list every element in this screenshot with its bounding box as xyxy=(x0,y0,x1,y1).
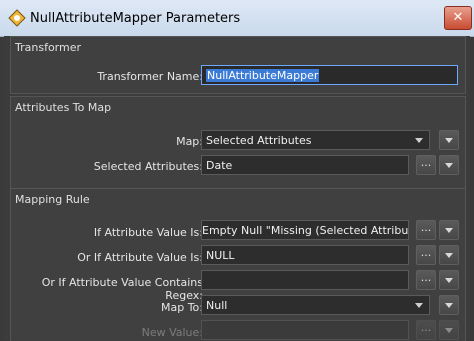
selected-attributes-browse-button[interactable]: ... xyxy=(416,155,436,175)
or-value-input[interactable]: NULL xyxy=(201,245,409,265)
mapping-section: Mapping Rule If Attribute Value Is: Empt… xyxy=(10,188,466,341)
if-value-menu-button[interactable] xyxy=(439,220,459,240)
selected-attributes-menu-button[interactable] xyxy=(439,155,459,175)
chevron-down-icon xyxy=(445,303,453,308)
or-value-text: NULL xyxy=(206,249,235,262)
map-menu-button[interactable] xyxy=(439,130,459,150)
parameters-dialog: Transformer Transformer Name: NullAttrib… xyxy=(4,36,470,341)
map-to-menu-button[interactable] xyxy=(439,295,459,315)
chevron-down-icon xyxy=(445,138,453,143)
map-to-select[interactable]: Null xyxy=(201,295,430,315)
section-header-mapping: Mapping Rule xyxy=(11,189,465,209)
regex-menu-button[interactable] xyxy=(439,270,459,290)
if-value-text: Empty Null "Missing (Selected Attributes… xyxy=(202,224,409,237)
map-label: Map: xyxy=(176,135,203,148)
transformer-name-value: NullAttributeMapper xyxy=(206,69,320,82)
chevron-down-icon xyxy=(445,278,453,283)
map-value: Selected Attributes xyxy=(206,134,312,147)
regex-browse-button[interactable]: ... xyxy=(416,270,436,290)
map-to-label: Map To: xyxy=(161,301,203,314)
or-value-label: Or If Attribute Value Is: xyxy=(77,251,203,264)
transformer-section: Transformer Transformer Name: NullAttrib… xyxy=(10,36,466,94)
section-header-attributes: Attributes To Map xyxy=(11,97,465,117)
section-title: Mapping Rule xyxy=(15,193,90,206)
chevron-down-icon xyxy=(445,163,453,168)
window-title: NullAttributeMapper Parameters xyxy=(30,11,241,26)
regex-label: Or If Attribute Value Contains Regex: xyxy=(41,276,203,302)
selected-attributes-value: Date xyxy=(206,159,233,172)
chevron-down-icon xyxy=(415,303,423,308)
chevron-down-icon xyxy=(445,228,453,233)
map-select[interactable]: Selected Attributes xyxy=(201,130,430,150)
selected-attributes-input[interactable]: Date xyxy=(201,155,409,175)
if-value-input[interactable]: Empty Null "Missing (Selected Attributes… xyxy=(201,220,409,240)
section-title: Attributes To Map xyxy=(15,101,112,114)
chevron-down-icon xyxy=(445,253,453,258)
section-title: Transformer xyxy=(15,41,82,54)
transformer-name-input[interactable]: NullAttributeMapper xyxy=(201,65,458,85)
close-button[interactable]: ✕ xyxy=(444,6,472,30)
title-bar: NullAttributeMapper Parameters ✕ xyxy=(0,0,474,37)
section-header-transformer: Transformer xyxy=(11,37,465,57)
new-value-menu-button[interactable] xyxy=(439,320,459,340)
attributes-section: Attributes To Map Map: Selected Attribut… xyxy=(10,96,466,190)
or-value-browse-button[interactable]: ... xyxy=(416,245,436,265)
selected-attributes-label: Selected Attributes: xyxy=(93,160,203,173)
map-to-value: Null xyxy=(206,299,228,312)
if-value-label: If Attribute Value Is: xyxy=(93,226,203,239)
new-value-input[interactable] xyxy=(201,320,409,340)
new-value-label: New Value: xyxy=(141,326,203,339)
transformer-icon xyxy=(8,9,26,27)
regex-input[interactable] xyxy=(201,270,409,290)
transformer-name-label: Transformer Name: xyxy=(97,70,203,83)
or-value-menu-button[interactable] xyxy=(439,245,459,265)
chevron-down-icon xyxy=(445,328,453,333)
chevron-down-icon xyxy=(415,138,423,143)
if-value-browse-button[interactable]: ... xyxy=(416,220,436,240)
new-value-browse-button[interactable]: ... xyxy=(416,320,436,340)
